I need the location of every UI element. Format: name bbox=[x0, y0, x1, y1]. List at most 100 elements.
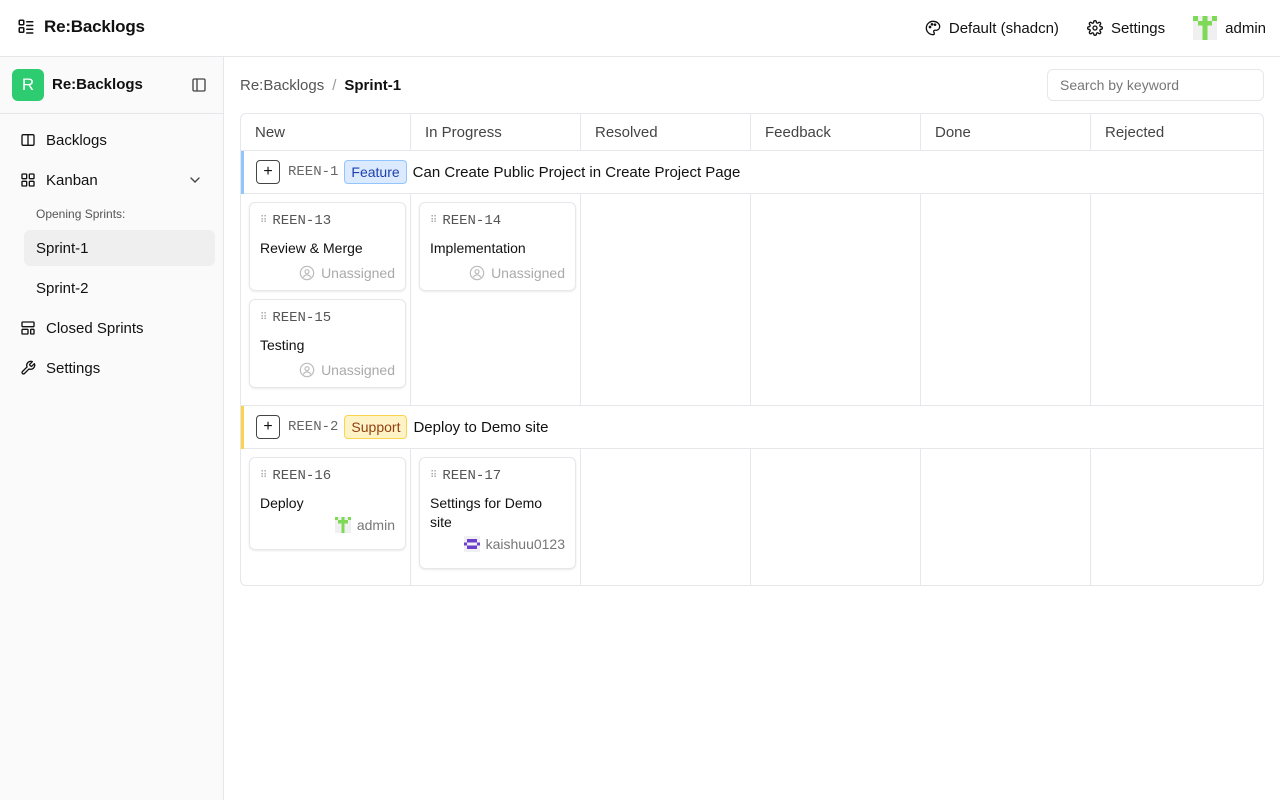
task-title: Deploy bbox=[260, 495, 304, 511]
task-assignee[interactable]: kaishuu0123 bbox=[463, 536, 565, 552]
lane-column-resolved bbox=[581, 194, 751, 405]
user-name: admin bbox=[1225, 19, 1266, 37]
app-title: Re:Backlogs bbox=[44, 17, 145, 36]
column-header-resolved: Resolved bbox=[581, 114, 751, 151]
drag-handle-icon[interactable]: ⠿ bbox=[260, 470, 267, 482]
project-logo: R bbox=[12, 69, 44, 101]
story-row: + REEN-2 Support Deploy to Demo site bbox=[241, 406, 1263, 449]
drag-handle-icon[interactable]: ⠿ bbox=[430, 470, 437, 482]
sidebar-toggle-icon[interactable] bbox=[191, 77, 207, 93]
sidebar-item-label: Backlogs bbox=[46, 131, 107, 149]
column-header-new: New bbox=[241, 114, 411, 151]
user-menu-button[interactable]: admin bbox=[1179, 14, 1268, 42]
sidebar: R Re:Backlogs Backlogs Kanban Opening Sp… bbox=[0, 57, 224, 800]
kanban-board: New In Progress Resolved Feedback Done R… bbox=[240, 113, 1264, 586]
sidebar-item-sprint-1[interactable]: Sprint-1 bbox=[24, 230, 215, 266]
lane-column-rejected bbox=[1091, 449, 1263, 585]
opening-sprints-heading: Opening Sprints: bbox=[36, 207, 126, 221]
task-title: Implementation bbox=[430, 240, 526, 256]
column-headers: New In Progress Resolved Feedback Done R… bbox=[241, 114, 1263, 151]
column-header-in-progress: In Progress bbox=[411, 114, 581, 151]
task-title: Settings for Demo site bbox=[430, 495, 543, 530]
story-title[interactable]: Can Create Public Project in Create Proj… bbox=[413, 164, 741, 181]
task-assignee[interactable]: Unassigned bbox=[299, 265, 395, 281]
sidebar-item-settings[interactable]: Settings bbox=[12, 350, 215, 386]
top-header: Re:Backlogs Default (shadcn) Settings ad… bbox=[0, 0, 1280, 57]
add-task-button[interactable]: + bbox=[256, 415, 280, 439]
task-assignee[interactable]: Unassigned bbox=[469, 265, 565, 281]
task-card[interactable]: ⠿ REEN-15 Testing Unassigned bbox=[249, 299, 406, 388]
menu-list-icon bbox=[18, 19, 34, 34]
user-circle-icon bbox=[299, 362, 315, 378]
theme-button[interactable]: Default (shadcn) bbox=[911, 14, 1073, 42]
task-assignee[interactable]: admin bbox=[334, 517, 395, 533]
lane-column-rejected bbox=[1091, 194, 1263, 405]
sidebar-item-closed-sprints[interactable]: Closed Sprints bbox=[12, 310, 215, 346]
plus-icon: + bbox=[263, 418, 273, 435]
story-title[interactable]: Deploy to Demo site bbox=[413, 419, 548, 436]
story-tag: Feature bbox=[344, 160, 407, 184]
breadcrumb-root[interactable]: Re:Backlogs bbox=[240, 77, 324, 94]
drag-handle-icon[interactable]: ⠿ bbox=[430, 215, 437, 227]
column-header-rejected: Rejected bbox=[1105, 124, 1165, 141]
user-avatar bbox=[1193, 16, 1218, 40]
app-brand[interactable]: Re:Backlogs bbox=[17, 17, 145, 37]
story-lane: ⠿ REEN-13 Review & Merge Unassigned ⠿ REEN… bbox=[241, 194, 1263, 406]
column-header-feedback: Feedback bbox=[751, 114, 921, 151]
sidebar-item-label: Settings bbox=[46, 359, 101, 377]
assignee-name: Unassigned bbox=[491, 265, 565, 281]
lane-column-feedback bbox=[751, 449, 921, 585]
assignee-avatar bbox=[463, 536, 480, 552]
sidebar-header: R Re:Backlogs bbox=[0, 57, 223, 114]
task-card[interactable]: ⠿ REEN-17 Settings for Demo site kaishuu0… bbox=[419, 457, 576, 569]
lane-column-in-progress: ⠿ REEN-17 Settings for Demo site kaishuu0… bbox=[411, 449, 581, 585]
assignee-name: Unassigned bbox=[321, 362, 395, 378]
story-id[interactable]: REEN-2 bbox=[288, 419, 338, 435]
header-settings-label: Settings bbox=[1110, 19, 1166, 37]
lane-column-new: ⠿ REEN-13 Review & Merge Unassigned ⠿ REEN… bbox=[241, 194, 411, 405]
story-accent-bar bbox=[241, 406, 244, 449]
sidebar-item-kanban[interactable]: Kanban bbox=[12, 162, 215, 198]
task-id: REEN-13 bbox=[272, 213, 332, 229]
project-title[interactable]: Re:Backlogs bbox=[52, 76, 143, 93]
add-task-button[interactable]: + bbox=[256, 160, 280, 184]
breadcrumb-current: Sprint-1 bbox=[344, 77, 402, 94]
task-title: Testing bbox=[260, 337, 305, 353]
header-settings-button[interactable]: Settings bbox=[1073, 14, 1179, 42]
assignee-name: kaishuu0123 bbox=[485, 536, 565, 552]
sidebar-item-backlogs[interactable]: Backlogs bbox=[12, 122, 215, 158]
story-accent-bar bbox=[241, 151, 244, 194]
task-card[interactable]: ⠿ REEN-13 Review & Merge Unassigned bbox=[249, 202, 406, 291]
assignee-name: admin bbox=[356, 517, 395, 533]
task-id: REEN-14 bbox=[442, 213, 502, 229]
user-circle-icon bbox=[299, 265, 315, 281]
chevron-down-icon[interactable] bbox=[187, 172, 203, 188]
lane-column-done bbox=[921, 194, 1091, 405]
task-id: REEN-15 bbox=[272, 310, 332, 326]
assignee-avatar bbox=[334, 517, 351, 533]
plus-icon: + bbox=[263, 163, 273, 180]
sidebar-item-label: Closed Sprints bbox=[46, 319, 144, 337]
drag-handle-icon[interactable]: ⠿ bbox=[260, 312, 267, 324]
lane-column-done bbox=[921, 449, 1091, 585]
sidebar-item-sprint-2[interactable]: Sprint-2 bbox=[24, 270, 215, 306]
lane-column-in-progress: ⠿ REEN-14 Implementation Unassigned bbox=[411, 194, 581, 405]
task-id: REEN-16 bbox=[272, 468, 332, 484]
story-row: + REEN-1 Feature Can Create Public Proje… bbox=[241, 151, 1263, 194]
column-header-done: Done bbox=[921, 114, 1091, 151]
theme-label: Default (shadcn) bbox=[948, 19, 1059, 37]
book-open-icon bbox=[21, 134, 35, 146]
story-id[interactable]: REEN-1 bbox=[288, 164, 338, 180]
story-tag: Support bbox=[344, 415, 408, 439]
palette-icon bbox=[925, 20, 941, 36]
search-input[interactable] bbox=[1047, 69, 1264, 101]
task-title: Review & Merge bbox=[260, 240, 363, 256]
user-circle-icon bbox=[469, 265, 485, 281]
task-assignee[interactable]: Unassigned bbox=[299, 362, 395, 378]
task-card[interactable]: ⠿ REEN-14 Implementation Unassigned bbox=[419, 202, 576, 291]
breadcrumb-separator: / bbox=[332, 77, 337, 94]
layout-template-icon bbox=[21, 321, 35, 335]
drag-handle-icon[interactable]: ⠿ bbox=[260, 215, 267, 227]
task-card[interactable]: ⠿ REEN-16 Deploy admin bbox=[249, 457, 406, 550]
assignee-name: Unassigned bbox=[321, 265, 395, 281]
